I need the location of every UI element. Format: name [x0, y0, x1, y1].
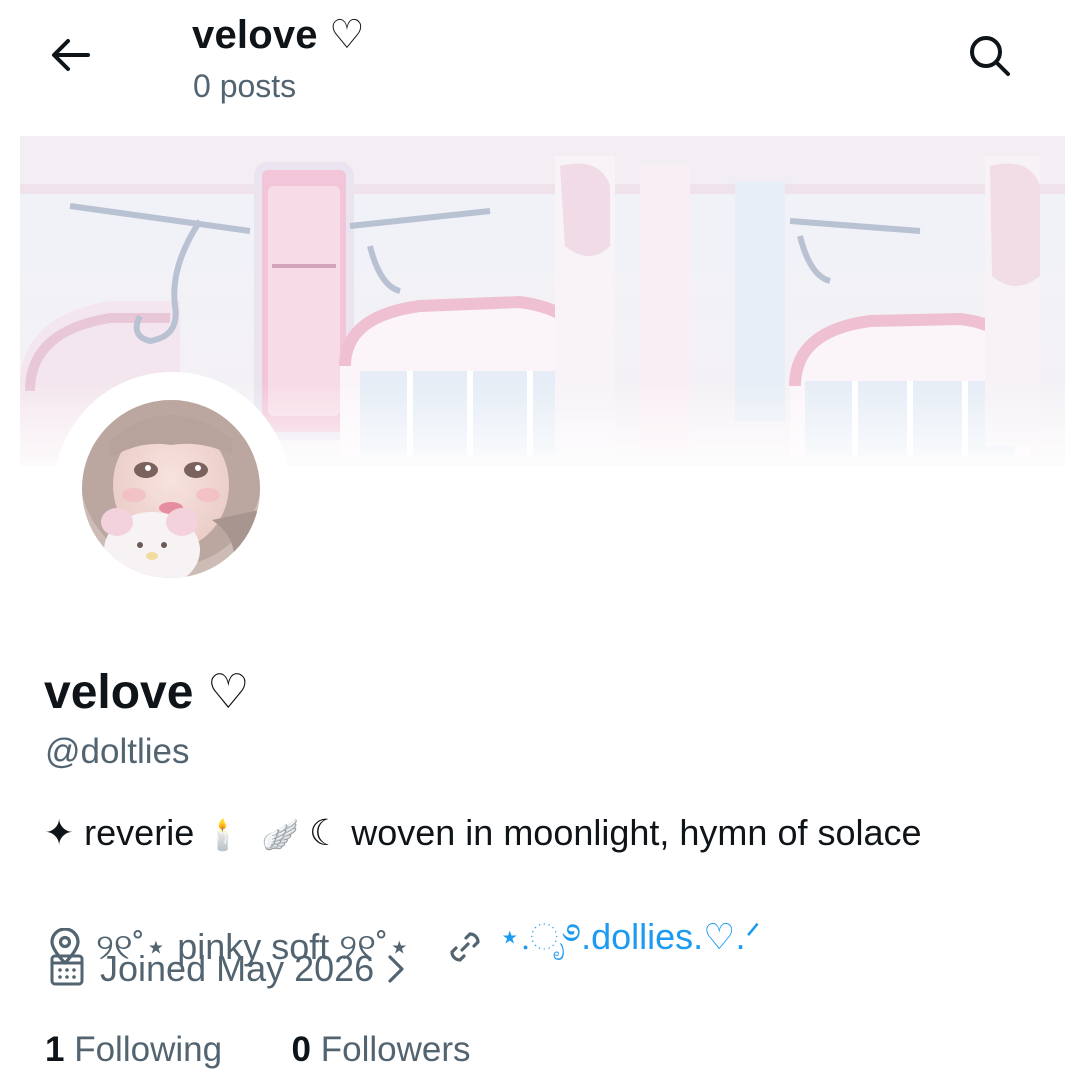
profile-handle: @doltlies: [45, 732, 190, 771]
bio-star: ✦: [44, 812, 75, 853]
avatar-photo: [82, 400, 260, 578]
link-icon: [445, 927, 485, 967]
following-count: 1: [45, 1030, 65, 1069]
arrow-left-icon: [52, 39, 90, 71]
followers-link[interactable]: 0 Followers: [292, 1030, 471, 1069]
profile-joined-row: Joined May 2026: [48, 948, 406, 990]
followers-label: Followers: [320, 1030, 471, 1069]
follow-counts: 1 Following 0 Followers: [45, 1030, 471, 1070]
followers-count: 0: [291, 1030, 311, 1069]
profile-website-link[interactable]: ⋆.ೃ࿔.dollies.♡.ᐟ: [499, 896, 761, 998]
chevron-right-icon[interactable]: [386, 953, 406, 985]
top-bar: velove ♡ 0 posts: [0, 0, 1080, 127]
header-title: velove ♡: [192, 13, 366, 57]
following-label: Following: [74, 1030, 223, 1069]
profile-display-name: velove ♡: [44, 666, 250, 719]
profile-bio: ✦ reverie 🕯️ 🪽 ☾ woven in moonlight, hym…: [44, 812, 922, 854]
bio-text-2: ☾ woven in moonlight, hymn of solace: [298, 812, 922, 853]
avatar[interactable]: [82, 400, 260, 578]
header-post-count: 0 posts: [193, 68, 297, 104]
search-button[interactable]: [960, 30, 1018, 80]
candle-emoji: 🕯️: [204, 819, 242, 852]
bio-text-1: reverie: [74, 812, 205, 853]
back-button[interactable]: [44, 32, 96, 78]
following-link[interactable]: 1 Following: [45, 1030, 222, 1069]
profile-joined-date[interactable]: Joined May 2026: [100, 948, 374, 990]
calendar-icon: [48, 950, 86, 988]
search-icon: [970, 36, 1010, 76]
wing-emoji: 🪽: [261, 819, 299, 852]
